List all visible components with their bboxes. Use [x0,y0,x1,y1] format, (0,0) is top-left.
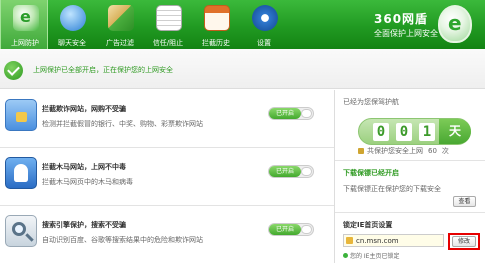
feature-title: 搜索引擎保护，搜索不受骗 [42,221,126,229]
toggle-knob [301,167,312,176]
toggle-state-label: 已开启 [269,108,301,119]
nav-label: 广告过滤 [106,39,134,47]
nav-item-block-history[interactable]: 拦截历史 [192,0,240,49]
lock-icon [358,148,364,154]
nav-item-settings[interactable]: 设置 [240,0,288,49]
toggle-state-label: 已开启 [269,224,301,235]
nav-label: 上网防护 [11,39,39,47]
brand-block: 360网盾 全面保护上网安全 [374,10,438,39]
nav-item-chat-safety[interactable]: 聊天安全 [48,0,96,49]
feature-card-fraud: 拦截欺诈网站，网购不受骗 检测并拦截假冒的银行、中奖、购物、彩票欺诈网站 已开启 [0,90,334,148]
chat-globe-icon [60,5,86,31]
homepage-lock-title: 锁定IE首页设置 [343,221,393,229]
brand-name: 360网盾 [374,12,429,26]
feature-title: 拦截欺诈网站，网购不受骗 [42,105,126,113]
feature-toggle[interactable]: 已开启 [268,223,314,236]
feature-desc: 拦截木马网页中的木马和病毒 [42,178,133,186]
days-counter: 0 0 1 天 [358,118,471,145]
homepage-url: cn.msn.com [356,237,399,245]
view-button[interactable]: 查看 [453,196,476,207]
feature-toggle[interactable]: 已开启 [268,107,314,120]
section-divider [335,212,485,213]
counter-unit: 天 [439,119,471,144]
check-circle-icon [4,61,23,80]
sidebar-panel: 已经为您保驾护航 0 0 1 天 共保护您安全上网 60 次 下载保镖已经开启 下载… [335,90,485,263]
feature-title: 拦截木马网站，上网不中毒 [42,163,126,171]
feature-list: 拦截欺诈网站，网购不受骗 检测并拦截假冒的银行、中奖、购物、彩票欺诈网站 已开启… [0,90,334,263]
nav-label: 设置 [257,39,271,47]
edit-button[interactable]: 修改 [452,236,476,247]
toggle-knob [301,109,312,118]
feature-card-search: 搜索引擎保护，搜索不受骗 自动识别百度、谷歌等搜索结果中的危险和欺诈网站 已开启 [0,206,334,263]
homepage-field: cn.msn.com [343,234,444,247]
counter-digit: 0 [373,123,389,141]
shield-lock-icon [5,99,37,131]
nav-item-web-protection[interactable]: e 上网防护 [0,0,48,49]
status-text: 上网保护已全部开启，正在保护您的上网安全 [33,66,173,74]
toggle-knob [301,225,312,234]
nav-label: 拦截历史 [202,39,230,47]
section-divider [335,160,485,161]
safe-browsing-count: 共保护您安全上网 60 次 [358,146,449,156]
list-icon [156,5,182,31]
search-magnifier-icon [5,215,37,247]
brand-slogan: 全面保护上网安全 [374,29,438,38]
safe-prefix: 共保护您安全上网 [367,147,423,155]
homepage-note: 您的 IE主页已锁定 [343,251,399,260]
nav-label: 信任/阻止 [152,39,184,47]
download-guard-desc: 下载保镖正在保护您的下载安全 [343,185,441,193]
brand-logo-letter: e [448,11,462,35]
status-dot-icon [343,253,348,258]
safe-count: 60 [428,147,437,155]
gear-icon [252,5,278,31]
download-guard-title: 下载保镖已经开启 [343,169,399,177]
brand-logo-icon: e [438,5,472,43]
edit-homepage-highlight: 修改 [448,233,480,250]
nav-label: 聊天安全 [58,39,86,47]
nav-item-trust-block[interactable]: 信任/阻止 [144,0,192,49]
homepage-note-text: 您的 IE主页已锁定 [350,253,400,260]
e-shield-icon: e [13,5,39,31]
feature-toggle[interactable]: 已开启 [268,165,314,178]
protection-status-bar: 上网保护已全部开启，正在保护您的上网安全 [0,49,485,89]
feature-desc: 检测并拦截假冒的银行、中奖、购物、彩票欺诈网站 [42,120,203,128]
feature-desc: 自动识别百度、谷歌等搜索结果中的危险和欺诈网站 [42,236,203,244]
top-nav-bar: e 上网防护 聊天安全 广告过滤 信任/阻止 拦截历史 设置 360网盾 全面保… [0,0,485,49]
feature-card-trojan: 拦截木马网站，上网不中毒 拦截木马网页中的木马和病毒 已开启 [0,148,334,206]
broom-icon [108,5,134,31]
horse-icon [5,157,37,189]
counter-digit: 0 [396,123,412,141]
page-icon [346,237,353,244]
toggle-state-label: 已开启 [269,166,301,177]
nav-item-ad-filter[interactable]: 广告过滤 [96,0,144,49]
safe-suffix: 次 [441,147,449,155]
protection-caption: 已经为您保驾护航 [343,98,399,106]
counter-digit: 1 [419,123,435,141]
calendar-icon [204,5,230,31]
